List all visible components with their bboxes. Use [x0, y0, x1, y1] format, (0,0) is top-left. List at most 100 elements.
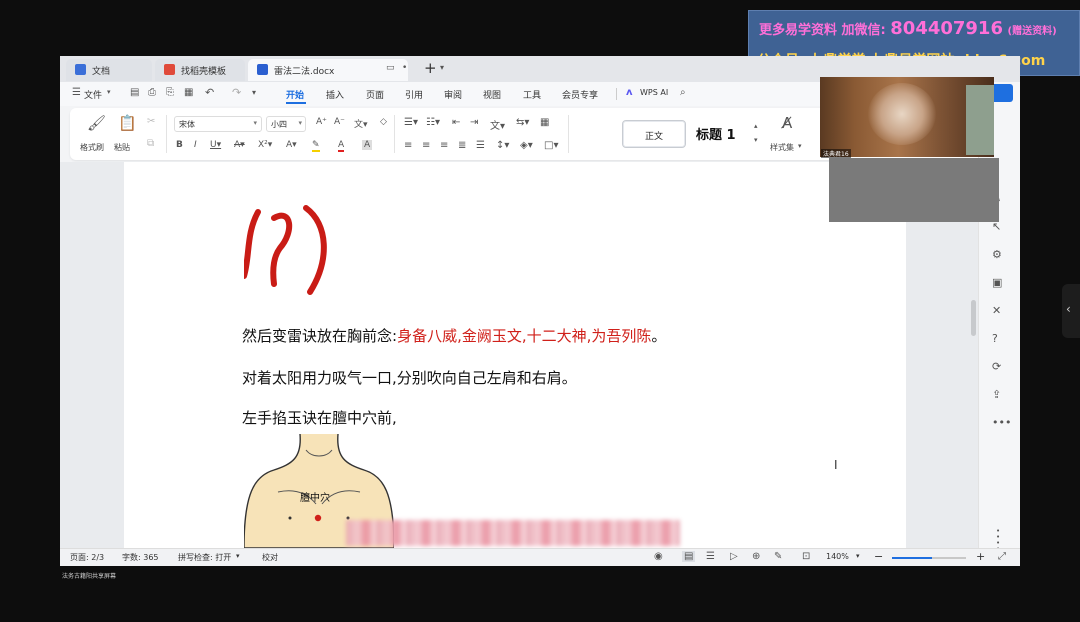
fit-page-icon[interactable]: ⊡ — [802, 551, 810, 562]
menu-references[interactable]: 引用 — [405, 88, 423, 101]
zoom-dropdown-icon[interactable]: ▾ — [856, 552, 860, 560]
sync-icon[interactable]: ⟳ — [992, 360, 1001, 373]
menu-file[interactable]: 文件 — [84, 88, 102, 101]
indent-icon[interactable]: ⇥ — [470, 117, 478, 128]
outdent-icon[interactable]: ⇤ — [452, 117, 460, 128]
menu-insert[interactable]: 插入 — [326, 88, 344, 101]
align-right-icon[interactable]: ≡ — [440, 140, 448, 151]
strikethrough-icon[interactable]: A▾ — [234, 140, 245, 150]
align-left-icon[interactable]: ≡ — [404, 140, 412, 151]
vertical-scrollbar-thumb[interactable] — [971, 300, 976, 336]
distribute-icon[interactable]: ☰ — [476, 140, 485, 151]
page-view-icon[interactable]: ▤ — [682, 551, 696, 562]
webcam-name-tag: 法典君16 — [821, 149, 851, 158]
italic-icon[interactable]: I — [194, 140, 197, 150]
more-dropdown-icon[interactable]: ▾ — [252, 88, 256, 97]
export-pdf-icon[interactable]: ⎙ — [148, 87, 156, 98]
more-icon[interactable]: ••• — [992, 416, 1011, 429]
style-gallery-up-icon[interactable]: ▴ — [754, 122, 758, 130]
search-icon[interactable]: ⌕ — [680, 87, 686, 98]
tools-icon[interactable]: ✕ — [992, 304, 1001, 317]
adjust-icon[interactable]: ⚙ — [992, 248, 1002, 261]
justify-icon[interactable]: ≣ — [458, 140, 466, 151]
style-gallery-down-icon[interactable]: ▾ — [754, 136, 758, 144]
char-shading-icon[interactable]: A — [362, 140, 373, 150]
help-icon[interactable]: ? — [992, 332, 998, 345]
style-set-icon[interactable]: A̸ — [782, 114, 792, 132]
superscript-icon[interactable]: X²▾ — [258, 140, 272, 150]
web-view-icon[interactable]: ⊕ — [752, 551, 760, 562]
zoom-level[interactable]: 140% — [826, 552, 849, 561]
zoom-in-icon[interactable]: + — [976, 550, 985, 563]
tab-document[interactable]: 雷法二法.docx — [248, 59, 408, 81]
fullscreen-icon[interactable]: ⤢ — [998, 551, 1006, 562]
menu-review[interactable]: 审阅 — [444, 88, 462, 101]
print-preview-icon[interactable]: ▦ — [184, 87, 193, 98]
style-normal-button[interactable]: 正文 — [622, 120, 686, 148]
style-set-button[interactable]: 样式集 — [770, 142, 794, 153]
copy-icon[interactable]: ⧉ — [147, 138, 154, 149]
status-words[interactable]: 字数: 365 — [122, 552, 159, 563]
cut-icon[interactable]: ✂ — [147, 116, 155, 127]
image-icon[interactable]: ▣ — [992, 276, 1002, 289]
table-icon[interactable]: ▦ — [540, 117, 549, 128]
tab-monitor-icon[interactable]: ▭ — [386, 63, 395, 73]
add-tab-button[interactable]: + — [424, 59, 437, 77]
menu-view[interactable]: 视图 — [483, 88, 501, 101]
numbered-list-icon[interactable]: ☷▾ — [426, 117, 440, 128]
font-color-icon[interactable]: A — [338, 140, 345, 152]
increase-font-icon[interactable]: A⁺ — [316, 117, 327, 127]
redo-icon[interactable]: ↷ — [232, 86, 241, 99]
paste-button[interactable]: 粘贴 — [114, 142, 130, 153]
decrease-font-icon[interactable]: A⁻ — [334, 117, 345, 127]
share-icon[interactable]: ⇪ — [992, 388, 1001, 401]
status-spellcheck[interactable]: 拼写检查: 打开 — [178, 552, 231, 563]
ribbon-sep-2 — [394, 115, 395, 153]
tab-home[interactable]: 文档 — [66, 59, 152, 81]
status-spellcheck-dropdown-icon[interactable]: ▾ — [236, 552, 240, 560]
border-icon[interactable]: □▾ — [544, 140, 558, 151]
zoom-slider[interactable] — [892, 557, 966, 559]
status-proofread[interactable]: 校对 — [262, 552, 278, 563]
eye-protect-icon[interactable]: ◉ — [654, 551, 663, 562]
hamburger-icon[interactable]: ☰ — [72, 87, 81, 98]
bullet-list-icon[interactable]: ☰▾ — [404, 117, 418, 128]
format-painter-button[interactable]: 格式刷 — [80, 142, 104, 153]
paste-icon[interactable]: 📋 — [118, 114, 137, 132]
format-painter-icon[interactable]: 🖌 — [87, 114, 106, 132]
menu-home[interactable]: 开始 — [286, 88, 304, 101]
text-direction-icon[interactable]: ⇆▾ — [516, 117, 529, 128]
clear-format-icon[interactable]: ◇ — [380, 117, 387, 127]
bold-icon[interactable]: B — [176, 140, 183, 150]
outline-view-icon[interactable]: ☰ — [706, 551, 715, 562]
underline-icon[interactable]: U▾ — [210, 140, 221, 150]
pen-view-icon[interactable]: ✎ — [774, 551, 782, 562]
highlight-icon[interactable]: ✎ — [312, 140, 320, 152]
phonetic-icon[interactable]: 文▾ — [354, 117, 368, 130]
style-set-dropdown-icon[interactable]: ▾ — [798, 142, 802, 150]
tab-dot-icon[interactable]: • — [402, 63, 407, 73]
print-icon[interactable]: ⎘ — [166, 87, 174, 98]
font-name-select[interactable]: 宋体 ▾ — [174, 116, 262, 132]
align-center-icon[interactable]: ≡ — [422, 140, 430, 151]
text-effect-icon[interactable]: A▾ — [286, 140, 297, 150]
menu-member[interactable]: 会员专享 — [562, 88, 598, 101]
side-collapse-handle[interactable]: ‹ — [1062, 284, 1080, 338]
document-page[interactable]: 膻中穴 — [124, 162, 906, 548]
style-heading1-button[interactable]: 标题 1 — [696, 124, 736, 143]
shading-icon[interactable]: ◈▾ — [520, 140, 533, 151]
file-dropdown-icon[interactable]: ▾ — [107, 88, 111, 96]
menu-tools[interactable]: 工具 — [523, 88, 541, 101]
line-spacing-icon[interactable]: ↕▾ — [496, 140, 509, 151]
menu-wps-ai[interactable]: WPS AI — [640, 88, 668, 97]
play-icon[interactable]: ▷ — [730, 551, 738, 562]
zoom-out-icon[interactable]: − — [874, 550, 883, 563]
font-size-select[interactable]: 小四 ▾ — [266, 116, 306, 132]
chinese-layout-icon[interactable]: 文▾ — [490, 117, 505, 132]
status-page[interactable]: 页面: 2/3 — [70, 552, 104, 563]
undo-icon[interactable]: ↶ — [205, 86, 214, 99]
menu-page[interactable]: 页面 — [366, 88, 384, 101]
tab-dropdown-icon[interactable]: ▾ — [440, 63, 444, 72]
tab-docer[interactable]: 找稻壳模板 — [155, 59, 245, 81]
save-icon[interactable]: ▤ — [130, 87, 139, 98]
